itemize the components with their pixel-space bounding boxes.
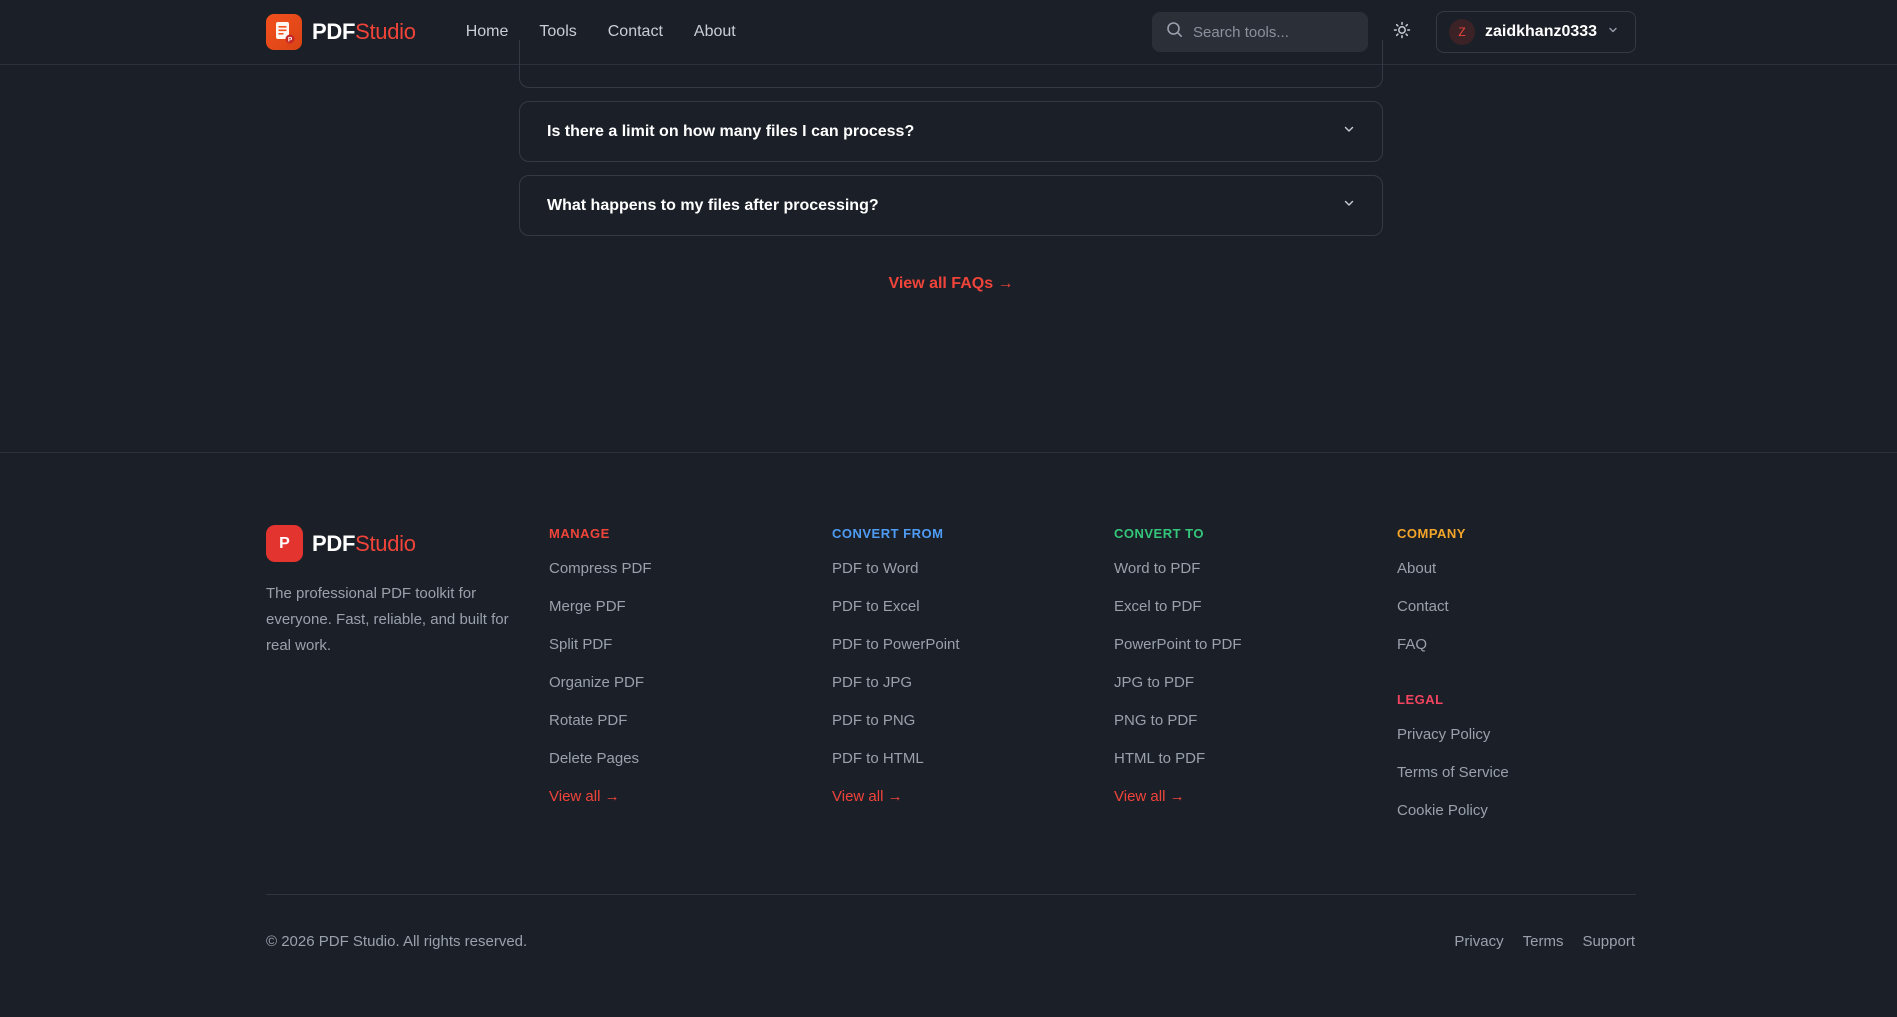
faq-question: What happens to my files after processin… xyxy=(547,196,879,214)
footer-link[interactable]: PNG to PDF xyxy=(1114,711,1242,749)
brand-name: PDFStudio xyxy=(312,19,416,44)
view-all-faqs-link[interactable]: View all FAQs → xyxy=(0,275,1897,293)
faq-question: Is there a limit on how many files I can… xyxy=(547,122,915,140)
brand-logo-link[interactable]: P PDFStudio xyxy=(266,14,416,50)
faq-item-after-processing[interactable]: What happens to my files after processin… xyxy=(519,175,1383,236)
footer-link[interactable]: Contact xyxy=(1397,597,1509,635)
footer-bottom-links: Privacy Terms Support xyxy=(1435,933,1635,950)
footer-column-company: COMPANY About Contact FAQ LEGAL Privacy … xyxy=(1397,526,1509,839)
footer-link[interactable]: PowerPoint to PDF xyxy=(1114,635,1242,673)
avatar: Z xyxy=(1449,19,1475,45)
sun-icon xyxy=(1393,21,1411,44)
faq-item-partial xyxy=(519,40,1383,88)
footer-link[interactable]: Rotate PDF xyxy=(549,711,652,749)
footer-brand-name: PDFStudio xyxy=(312,530,416,556)
site-footer: P PDFStudio The professional PDF toolkit… xyxy=(0,452,1897,1017)
footer-heading-company: COMPANY xyxy=(1397,526,1466,541)
view-all-convert-to-link[interactable]: View all → xyxy=(1114,787,1242,825)
footer-link[interactable]: Word to PDF xyxy=(1114,559,1242,597)
footer-divider xyxy=(266,894,1636,895)
footer-column-manage: MANAGE Compress PDF Merge PDF Split PDF … xyxy=(549,526,652,825)
footer-heading-convert-to: CONVERT TO xyxy=(1114,526,1204,541)
view-all-manage-link[interactable]: View all → xyxy=(549,787,652,825)
footer-link[interactable]: Excel to PDF xyxy=(1114,597,1242,635)
footer-link[interactable]: HTML to PDF xyxy=(1114,749,1242,787)
bottom-link-support[interactable]: Support xyxy=(1582,933,1635,950)
footer-link[interactable]: Terms of Service xyxy=(1397,763,1509,801)
bottom-link-terms[interactable]: Terms xyxy=(1523,933,1564,950)
footer-link[interactable]: Privacy Policy xyxy=(1397,725,1509,763)
nav-home[interactable]: Home xyxy=(466,23,509,41)
footer-heading-manage: MANAGE xyxy=(549,526,610,541)
footer-description: The professional PDF toolkit for everyon… xyxy=(266,585,509,654)
username: zaidkhanz0333 xyxy=(1485,23,1598,40)
bottom-link-privacy[interactable]: Privacy xyxy=(1454,933,1503,950)
footer-column-convert-to: CONVERT TO Word to PDF Excel to PDF Powe… xyxy=(1114,526,1242,825)
search-input[interactable] xyxy=(1193,23,1353,41)
footer-heading-legal: LEGAL xyxy=(1397,692,1444,707)
svg-text:P: P xyxy=(288,37,293,44)
footer-link[interactable]: Delete Pages xyxy=(549,749,652,787)
footer-link[interactable]: PDF to Word xyxy=(832,559,960,597)
nav-tools[interactable]: Tools xyxy=(539,23,576,41)
footer-column-convert-from: CONVERT FROM PDF to Word PDF to Excel PD… xyxy=(832,526,960,825)
footer-link[interactable]: PDF to PNG xyxy=(832,711,960,749)
footer-link[interactable]: JPG to PDF xyxy=(1114,673,1242,711)
footer-link[interactable]: Compress PDF xyxy=(549,559,652,597)
footer-link[interactable]: PDF to HTML xyxy=(832,749,960,787)
footer-link[interactable]: FAQ xyxy=(1397,635,1509,673)
footer-link[interactable]: PDF to Excel xyxy=(832,597,960,635)
footer-link[interactable]: PDF to JPG xyxy=(832,673,960,711)
footer-link[interactable]: Organize PDF xyxy=(549,673,652,711)
main-nav: Home Tools Contact About xyxy=(466,23,767,41)
chevron-down-icon xyxy=(1607,23,1619,41)
faq-item-file-limit[interactable]: Is there a limit on how many files I can… xyxy=(519,101,1383,162)
nav-contact[interactable]: Contact xyxy=(608,23,663,41)
footer-link[interactable]: Merge PDF xyxy=(549,597,652,635)
footer-link[interactable]: Cookie Policy xyxy=(1397,801,1509,839)
theme-toggle-button[interactable] xyxy=(1386,16,1418,48)
footer-logo-mark: P xyxy=(266,525,303,562)
footer-link[interactable]: PDF to PowerPoint xyxy=(832,635,960,673)
footer-link[interactable]: Split PDF xyxy=(549,635,652,673)
footer-heading-convert-from: CONVERT FROM xyxy=(832,526,944,541)
nav-about[interactable]: About xyxy=(694,23,736,41)
document-logo-icon: P xyxy=(266,14,302,50)
view-all-convert-from-link[interactable]: View all → xyxy=(832,787,960,825)
copyright-text: © 2026 PDF Studio. All rights reserved. xyxy=(266,933,528,950)
chevron-down-icon xyxy=(1342,122,1356,141)
chevron-down-icon xyxy=(1342,196,1356,215)
user-menu-button[interactable]: Z zaidkhanz0333 xyxy=(1436,11,1636,53)
footer-link[interactable]: About xyxy=(1397,559,1509,597)
footer-logo[interactable]: P PDFStudio xyxy=(266,525,416,562)
